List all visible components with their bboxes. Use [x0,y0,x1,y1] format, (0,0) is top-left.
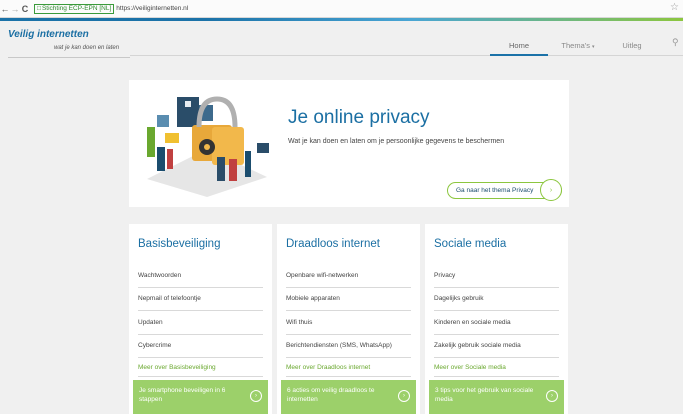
card-link-list: Privacy Dagelijks gebruik Kinderen en so… [434,264,559,358]
list-item[interactable]: Zakelijk gebruik sociale media [434,335,559,358]
card-draadloos-internet: Draadloos internet Openbare wifi-netwerk… [277,224,420,414]
privacy-illustration [137,87,276,197]
theme-privacy-button[interactable]: Ga naar het thema Privacy › [447,179,562,201]
promo-banner[interactable]: Je smartphone beveiligen in 6 stappen › [133,380,268,414]
hero-title: Je online privacy [288,107,430,128]
back-arrow-icon[interactable]: ← [0,2,10,16]
list-item[interactable]: Kinderen en sociale media [434,311,559,335]
card-title[interactable]: Sociale media [434,238,506,250]
card-title[interactable]: Draadloos internet [286,238,380,250]
header-divider [130,55,683,56]
site-header: Veilig internetten wat je kan doen en la… [0,21,683,64]
chevron-right-icon: › [546,390,558,402]
address-bar[interactable]: https://veiliginternetten.nl [116,5,188,12]
list-item[interactable]: Wifi thuis [286,311,411,335]
logo-tagline: wat je kan doen en laten [54,45,120,51]
reload-icon[interactable]: C [20,2,30,16]
chevron-down-icon: ▾ [592,44,595,50]
theme-privacy-button-label: Ga naar het thema Privacy [456,187,534,194]
search-icon[interactable]: ⚲ [672,37,679,48]
nav-active-indicator [490,54,548,56]
hero-subtitle: Wat je kan doen en laten om je persoonli… [288,138,505,145]
more-link[interactable]: Meer over Basisbeveiliging [138,364,216,371]
promo-banner[interactable]: 6 acties om veilig draadloos te internet… [281,380,416,414]
divider [434,376,559,377]
card-sociale-media: Sociale media Privacy Dagelijks gebruik … [425,224,568,414]
card-basisbeveiliging: Basisbeveiliging Wachtwoorden Nepmail of… [129,224,272,414]
lock-icon: □ [37,5,41,12]
browser-toolbar: ← → C □ Stichting ECP-EPN [NL] https://v… [0,0,683,18]
logo-title: Veilig internetten [8,29,89,40]
list-item[interactable]: Updaten [138,311,263,335]
secure-badge[interactable]: □ Stichting ECP-EPN [NL] [34,3,115,14]
secure-label: Stichting ECP-EPN [NL] [41,5,112,12]
list-item[interactable]: Mobiele apparaten [286,288,411,311]
nav-themas-label: Thema's [561,41,590,50]
more-link[interactable]: Meer over Draadloos internet [286,364,370,371]
more-link[interactable]: Meer over Sociale media [434,364,506,371]
list-item[interactable]: Privacy [434,264,559,288]
nav-themas[interactable]: Thema's ▾ [553,41,603,50]
nav-uitleg[interactable]: Uitleg [612,41,652,50]
forward-arrow-icon[interactable]: → [10,2,20,16]
nav-home[interactable]: Home [490,41,548,50]
divider [138,376,263,377]
star-icon[interactable]: ☆ [670,2,679,13]
chevron-right-icon: › [250,390,262,402]
list-item[interactable]: Wachtwoorden [138,264,263,288]
card-link-list: Wachtwoorden Nepmail of telefoontje Upda… [138,264,263,358]
promo-text: 6 acties om veilig draadloos te internet… [287,387,375,403]
card-link-list: Openbare wifi-netwerken Mobiele apparate… [286,264,411,358]
promo-banner[interactable]: 3 tips voor het gebruik van sociale medi… [429,380,564,414]
promo-text: Je smartphone beveiligen in 6 stappen [139,387,226,403]
chevron-right-icon: › [540,179,562,201]
list-item[interactable]: Dagelijks gebruik [434,288,559,311]
hero-banner: Je online privacy Wat je kan doen en lat… [129,80,569,207]
card-title[interactable]: Basisbeveiliging [138,238,220,250]
list-item[interactable]: Openbare wifi-netwerken [286,264,411,288]
list-item[interactable]: Cybercrime [138,335,263,358]
list-item[interactable]: Berichtendiensten (SMS, WhatsApp) [286,335,411,358]
list-item[interactable]: Nepmail of telefoontje [138,288,263,311]
promo-text: 3 tips voor het gebruik van sociale medi… [435,387,534,403]
site-logo[interactable]: Veilig internetten wat je kan doen en la… [8,28,130,58]
divider [286,376,411,377]
chevron-right-icon: › [398,390,410,402]
